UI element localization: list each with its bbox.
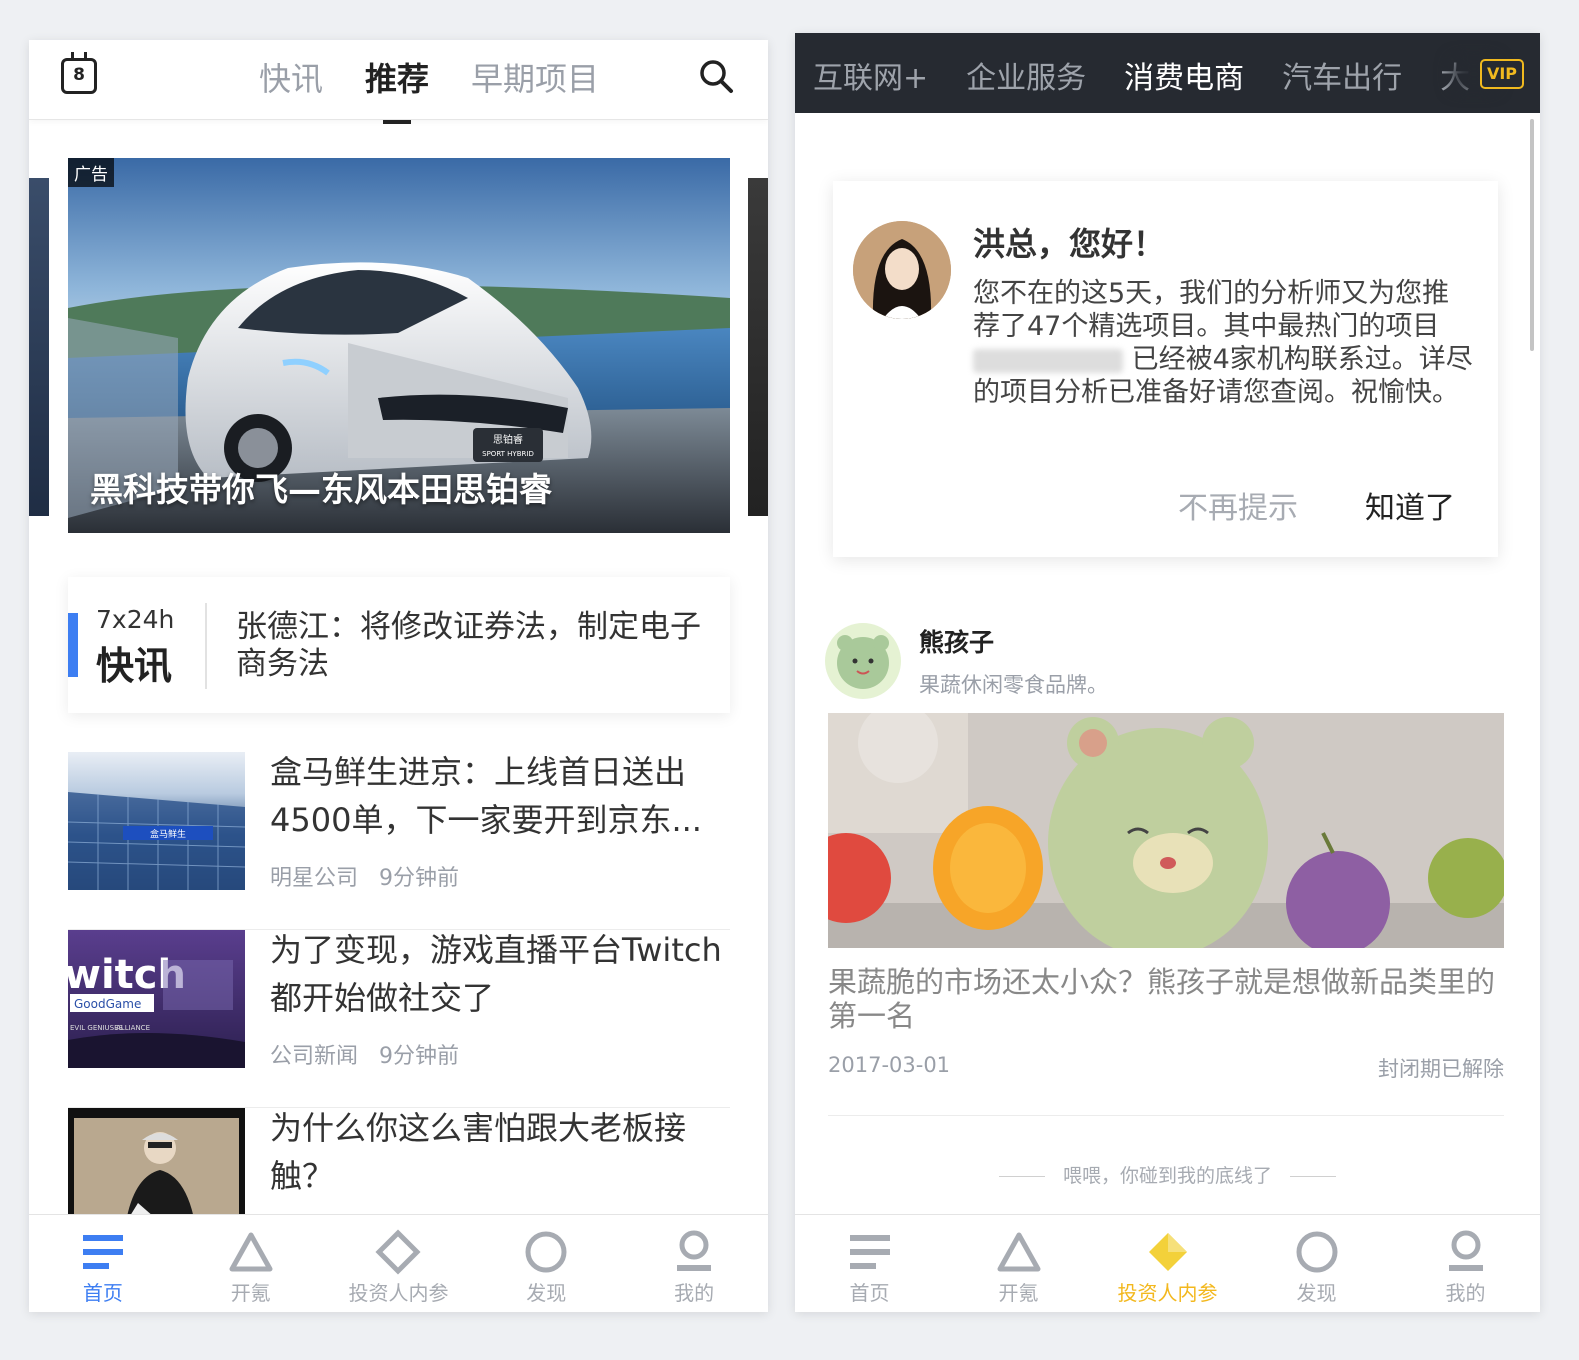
triangle-icon bbox=[997, 1232, 1040, 1272]
news-category: 明星公司 bbox=[270, 866, 359, 891]
tab-kuaixun[interactable]: 快讯 bbox=[259, 54, 323, 100]
nav-tabs: 快讯 推荐 早期项目 bbox=[259, 54, 641, 124]
carousel-prev-peek[interactable] bbox=[29, 178, 49, 516]
tab-enterprise[interactable]: 企业服务 bbox=[966, 53, 1086, 97]
calendar-icon[interactable]: 8 bbox=[61, 52, 97, 94]
tab-consumer-ecommerce[interactable]: 消费电商 bbox=[1124, 53, 1244, 97]
blurred-project-name bbox=[973, 348, 1123, 373]
person-icon bbox=[1448, 1230, 1483, 1271]
news-item[interactable]: 盒马鲜生 盒马鲜生进京：上线首日送出4500单，下一家要开到京东... 明星公司… bbox=[68, 752, 730, 930]
tab-home[interactable]: 首页 bbox=[795, 1215, 944, 1312]
banner-title: 黑科技带你飞—东风本田思铂睿 bbox=[90, 470, 552, 509]
flash-label-top: 7x24h bbox=[96, 605, 175, 634]
company-article-title[interactable]: 果蔬脆的市场还太小众？熊孩子就是想做新品类里的第一名 bbox=[828, 965, 1498, 1033]
tab-label: 开氪 bbox=[998, 1281, 1039, 1305]
tab-label: 我的 bbox=[674, 1281, 715, 1305]
right-screen: 互联网+ 企业服务 消费电商 汽车出行 大 VIP 洪总，您好！ 您不在的这5天… bbox=[795, 33, 1540, 1312]
car-badge-line1: 思铂睿 bbox=[493, 433, 523, 446]
tab-kaike[interactable]: 开氪 bbox=[177, 1215, 325, 1312]
tab-investor[interactable]: 投资人内参 bbox=[1093, 1215, 1242, 1312]
news-thumbnail-sign: 盒马鲜生 bbox=[150, 828, 186, 840]
tab-label: 首页 bbox=[849, 1281, 890, 1305]
person-icon bbox=[677, 1230, 712, 1271]
greeting-title: 洪总，您好！ bbox=[973, 225, 1166, 263]
tab-kaike[interactable]: 开氪 bbox=[944, 1215, 1093, 1312]
diamond-icon bbox=[1148, 1233, 1187, 1271]
greeting-body-1: 您不在的这5天，我们的分析师又为您推荐了47个精选项目。其中最热门的项目 bbox=[973, 278, 1450, 342]
news-title[interactable]: 为什么你这么害怕跟大老板接触？ bbox=[270, 1104, 730, 1200]
tab-early-projects[interactable]: 早期项目 bbox=[471, 54, 599, 100]
flash-label-bottom: 快讯 bbox=[96, 644, 173, 688]
analyst-avatar bbox=[853, 221, 951, 319]
divider bbox=[828, 1115, 1504, 1116]
end-of-list-label: 喂喂，你碰到我的底线了 bbox=[1062, 1165, 1272, 1187]
news-thumbnail-brand: GoodGame bbox=[74, 997, 141, 1011]
tab-label: 开氪 bbox=[230, 1281, 271, 1305]
company-date: 2017-03-01 bbox=[828, 1053, 951, 1077]
flash-headline[interactable]: 张德江：将修改证券法，制定电子商务法 bbox=[236, 609, 706, 683]
dismiss-button[interactable]: 不再提示 bbox=[1178, 483, 1298, 527]
news-item[interactable]: witch GoodGame EVIL GENIUSES ALLIANCE 为了… bbox=[68, 930, 730, 1108]
news-thumbnail: witch GoodGame EVIL GENIUSES ALLIANCE bbox=[68, 930, 245, 1068]
flash-accent-bar bbox=[68, 613, 78, 677]
circle-icon bbox=[1296, 1231, 1337, 1273]
greeting-body: 您不在的这5天，我们的分析师又为您推荐了47个精选项目。其中最热门的项目 已经被… bbox=[973, 277, 1473, 409]
tab-investor[interactable]: 投资人内参 bbox=[325, 1215, 473, 1312]
tab-home[interactable]: 首页 bbox=[29, 1215, 177, 1312]
tab-label: 我的 bbox=[1445, 1281, 1486, 1305]
news-category: 公司新闻 bbox=[270, 1044, 359, 1069]
end-of-list-text: 喂喂，你碰到我的底线了 bbox=[795, 1161, 1540, 1188]
news-meta: 公司新闻 9分钟前 bbox=[270, 1038, 473, 1070]
triangle-icon bbox=[229, 1232, 273, 1272]
ad-tag: 广告 bbox=[68, 158, 114, 187]
scrollbar[interactable] bbox=[1530, 119, 1534, 351]
carousel-next-peek[interactable] bbox=[748, 178, 768, 516]
circle-icon bbox=[525, 1231, 567, 1273]
news-thumbnail-team2: ALLIANCE bbox=[116, 1024, 150, 1032]
tab-label: 投资人内参 bbox=[1117, 1281, 1218, 1305]
vip-badge[interactable]: VIP bbox=[1480, 59, 1524, 89]
news-time: 9分钟前 bbox=[379, 1044, 460, 1069]
company-cover-image[interactable] bbox=[828, 713, 1504, 948]
tab-internet-plus[interactable]: 互联网+ bbox=[813, 53, 928, 97]
tab-auto[interactable]: 汽车出行 bbox=[1282, 53, 1402, 97]
search-icon[interactable] bbox=[698, 58, 734, 94]
car-badge-line2: SPORT HYBRID bbox=[482, 450, 534, 458]
category-tabs: 互联网+ 企业服务 消费电商 汽车出行 大 bbox=[813, 53, 1508, 97]
tab-label: 首页 bbox=[82, 1281, 123, 1305]
flash-divider bbox=[205, 603, 207, 689]
tab-label: 发现 bbox=[526, 1281, 567, 1305]
tab-tuijian[interactable]: 推荐 bbox=[365, 54, 429, 124]
category-nav: 互联网+ 企业服务 消费电商 汽车出行 大 VIP bbox=[795, 33, 1540, 113]
tab-discover[interactable]: 发现 bbox=[1242, 1215, 1391, 1312]
company-name[interactable]: 熊孩子 bbox=[919, 623, 994, 659]
company-status: 封闭期已解除 bbox=[1378, 1057, 1504, 1081]
company-desc: 果蔬休闲零食品牌。 bbox=[919, 673, 1108, 697]
home-icon bbox=[82, 1235, 123, 1269]
left-screen: 8 快讯 推荐 早期项目 思铂睿 SPORT HYBRID 广告 黑科技带你飞—… bbox=[29, 40, 768, 1312]
home-icon bbox=[849, 1235, 890, 1269]
ok-button[interactable]: 知道了 bbox=[1365, 483, 1455, 527]
greeting-card: 洪总，您好！ 您不在的这5天，我们的分析师又为您推荐了47个精选项目。其中最热门… bbox=[833, 181, 1498, 557]
news-time: 9分钟前 bbox=[379, 866, 460, 891]
company-logo[interactable] bbox=[825, 623, 901, 699]
tab-label: 投资人内参 bbox=[348, 1281, 449, 1305]
bottom-tab-bar: 首页 开氪 投资人内参 发现 我的 bbox=[29, 1214, 768, 1312]
tab-mine[interactable]: 我的 bbox=[1391, 1215, 1540, 1312]
news-meta: 明星公司 9分钟前 bbox=[270, 860, 473, 892]
tab-discover[interactable]: 发现 bbox=[472, 1215, 620, 1312]
tab-more[interactable]: 大 bbox=[1440, 53, 1470, 97]
top-nav: 8 快讯 推荐 早期项目 bbox=[29, 40, 768, 124]
tab-label: 发现 bbox=[1296, 1281, 1337, 1305]
bottom-tab-bar: 首页 开氪 投资人内参 发现 我的 bbox=[795, 1214, 1540, 1312]
ad-banner[interactable]: 思铂睿 SPORT HYBRID 广告 黑科技带你飞—东风本田思铂睿 bbox=[68, 158, 730, 533]
news-title[interactable]: 盒马鲜生进京：上线首日送出4500单，下一家要开到京东... bbox=[270, 748, 730, 844]
tab-mine[interactable]: 我的 bbox=[620, 1215, 768, 1312]
diamond-icon bbox=[375, 1229, 422, 1275]
flash-news-card[interactable]: 7x24h 快讯 张德江：将修改证券法，制定电子商务法 bbox=[68, 577, 730, 713]
news-thumbnail: 盒马鲜生 bbox=[68, 752, 245, 890]
news-title[interactable]: 为了变现，游戏直播平台Twitch都开始做社交了 bbox=[270, 926, 730, 1022]
